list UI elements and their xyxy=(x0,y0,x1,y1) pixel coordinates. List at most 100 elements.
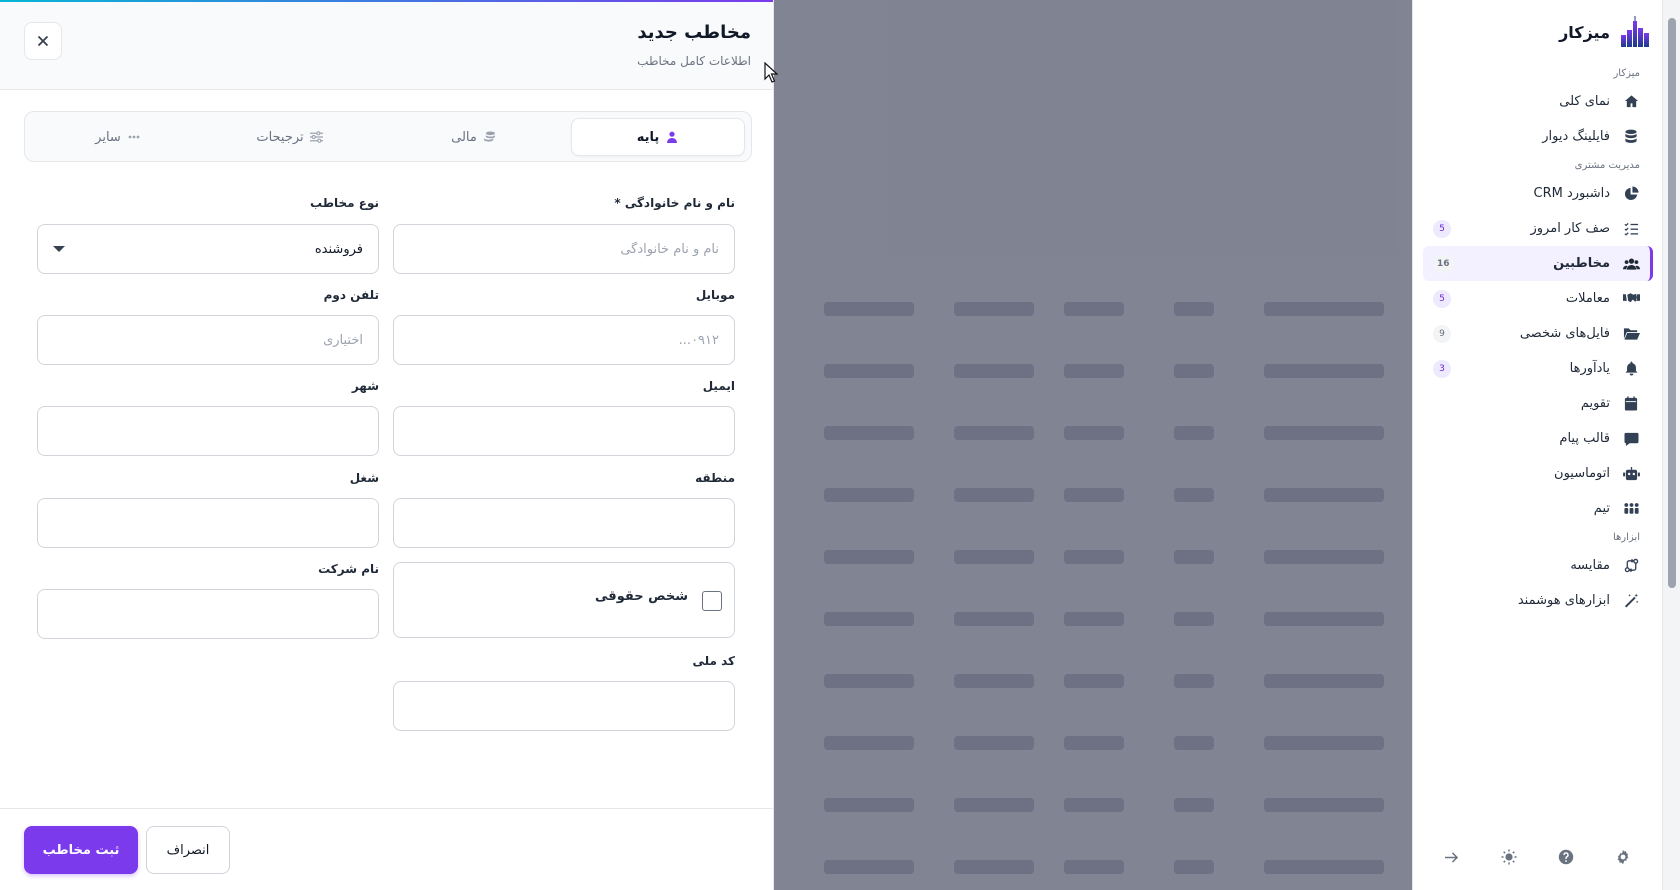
city-input[interactable] xyxy=(37,406,379,456)
sidebar-item-label: ابزارهای هوشمند xyxy=(1517,593,1610,608)
list-check-icon xyxy=(1622,220,1640,238)
caret-down-icon xyxy=(53,246,65,252)
sidebar-item-label: صف کار امروز xyxy=(1530,221,1611,236)
tab-label: پایه xyxy=(636,129,660,145)
cancel-button[interactable]: انصراف xyxy=(146,826,230,874)
page-scrollbar[interactable] xyxy=(1662,0,1680,890)
phone2-input[interactable] xyxy=(37,315,379,365)
scrollbar-thumb[interactable] xyxy=(1668,18,1676,588)
arrow-right-icon[interactable] xyxy=(1442,847,1462,867)
count-badge: 3 xyxy=(1433,360,1451,378)
app-name: میزکار xyxy=(1559,22,1610,42)
email-input[interactable] xyxy=(393,406,735,456)
form-tabs: پایه مالی ترجیحات سایر xyxy=(24,111,752,162)
sidebar-item-team[interactable]: تیم xyxy=(1423,491,1650,526)
message-icon xyxy=(1622,430,1640,448)
tab-other[interactable]: سایر xyxy=(31,118,205,156)
phone2-label: تلفن دوم xyxy=(323,288,379,302)
legal-person-field[interactable]: شخص حقوقی xyxy=(393,562,735,638)
sun-icon[interactable] xyxy=(1499,847,1519,867)
drawer-footer: ثبت مخاطب انصراف xyxy=(0,808,773,890)
bell-icon xyxy=(1622,360,1640,378)
count-badge: 5 xyxy=(1433,220,1451,238)
home-icon xyxy=(1622,93,1640,111)
sidebar-item-personal-files[interactable]: فایل‌های شخصی 9 xyxy=(1423,316,1650,351)
job-label: شغل xyxy=(349,471,379,485)
modal-overlay[interactable] xyxy=(774,0,1412,890)
legal-person-checkbox[interactable] xyxy=(702,591,722,611)
sliders-icon xyxy=(310,130,324,144)
contact-type-select[interactable]: فروشنده xyxy=(37,224,379,274)
sidebar-item-label: فایلینگ دیوار xyxy=(1542,129,1610,144)
sidebar-item-label: تیم xyxy=(1593,501,1610,516)
sidebar-item-automation[interactable]: اتوماسیون xyxy=(1423,456,1650,491)
sidebar-item-label: معاملات xyxy=(1565,291,1610,306)
count-badge: 5 xyxy=(1433,290,1451,308)
drawer-subtitle: اطلاعات کامل مخاطب xyxy=(637,54,751,68)
users-icon xyxy=(1622,255,1640,273)
drawer-title: مخاطب جدید xyxy=(637,22,751,43)
sidebar-item-label: نمای کلی xyxy=(1559,94,1610,109)
contact-type-label: نوع مخاطب xyxy=(310,196,379,210)
national-code-input[interactable] xyxy=(393,681,735,731)
coins-icon xyxy=(483,130,497,144)
sidebar-item-divar-filing[interactable]: فایلینگ دیوار xyxy=(1423,119,1650,154)
submit-contact-button[interactable]: ثبت مخاطب xyxy=(24,826,138,874)
job-input[interactable] xyxy=(37,498,379,548)
team-icon xyxy=(1622,500,1640,518)
tab-label: سایر xyxy=(95,129,121,145)
full-name-label: نام و نام خانوادگی * xyxy=(614,196,735,210)
sidebar-item-contacts[interactable]: مخاطبین 16 xyxy=(1423,246,1653,281)
sidebar-item-label: اتوماسیون xyxy=(1554,466,1610,481)
brand[interactable]: میزکار xyxy=(1423,12,1652,52)
sidebar-item-message-template[interactable]: قالب پیام xyxy=(1423,421,1650,456)
full-name-input[interactable] xyxy=(393,224,735,274)
sidebar: میزکار میزکار نمای کلی فایلینگ دیوار مدی… xyxy=(1412,0,1662,890)
tab-preferences[interactable]: ترجیحات xyxy=(203,118,377,156)
sidebar-item-calendar[interactable]: تقویم xyxy=(1423,386,1650,421)
dots-icon xyxy=(127,130,141,144)
tab-financial[interactable]: مالی xyxy=(387,118,561,156)
tab-label: ترجیحات xyxy=(256,129,304,145)
sidebar-item-overview[interactable]: نمای کلی xyxy=(1423,84,1650,119)
close-button[interactable] xyxy=(24,22,62,60)
sidebar-item-reminders[interactable]: یادآورها 3 xyxy=(1423,351,1650,386)
sidebar-item-label: فایل‌های شخصی xyxy=(1519,326,1610,341)
mobile-label: موبایل xyxy=(695,288,735,302)
mouse-cursor-icon xyxy=(764,62,779,83)
count-badge: 9 xyxy=(1433,325,1451,343)
logo-icon xyxy=(1621,16,1649,47)
sidebar-item-crm-dashboard[interactable]: داشبورد CRM xyxy=(1423,176,1650,211)
section-label-tools: ابزارها xyxy=(1612,532,1640,543)
sidebar-item-smart-tools[interactable]: ابزارهای هوشمند xyxy=(1423,583,1650,618)
gear-icon[interactable] xyxy=(1613,847,1633,867)
handshake-icon xyxy=(1622,290,1640,308)
sidebar-item-today-queue[interactable]: صف کار امروز 5 xyxy=(1423,211,1650,246)
count-badge: 16 xyxy=(1433,255,1454,273)
new-contact-drawer: مخاطب جدید اطلاعات کامل مخاطب پایه مالی … xyxy=(0,0,774,890)
tab-basic[interactable]: پایه xyxy=(571,118,745,156)
tab-label: مالی xyxy=(451,129,477,145)
drawer-header: مخاطب جدید اطلاعات کامل مخاطب xyxy=(0,2,773,90)
help-icon[interactable] xyxy=(1556,847,1576,867)
section-label-crm: مدیریت مشتری xyxy=(1574,160,1640,171)
email-label: ایمیل xyxy=(702,379,735,393)
company-input[interactable] xyxy=(37,589,379,639)
legal-person-label: شخص حقوقی xyxy=(595,589,688,604)
compare-icon xyxy=(1622,557,1640,575)
mobile-input[interactable] xyxy=(393,315,735,365)
sidebar-item-compare[interactable]: مقایسه xyxy=(1423,548,1650,583)
sidebar-item-label: قالب پیام xyxy=(1559,431,1610,446)
sidebar-item-deals[interactable]: معاملات 5 xyxy=(1423,281,1650,316)
robot-icon xyxy=(1622,465,1640,483)
sidebar-nav: میزکار نمای کلی فایلینگ دیوار مدیریت مشت… xyxy=(1413,62,1662,618)
region-input[interactable] xyxy=(393,498,735,548)
company-label: نام شرکت xyxy=(318,562,379,576)
region-label: منطقه xyxy=(695,471,735,485)
sidebar-item-label: داشبورد CRM xyxy=(1533,186,1610,201)
contact-type-value: فروشنده xyxy=(314,241,363,257)
magic-wand-icon xyxy=(1622,592,1640,610)
section-label-workspace: میزکار xyxy=(1613,68,1640,79)
folder-icon xyxy=(1622,325,1640,343)
calendar-icon xyxy=(1622,395,1640,413)
